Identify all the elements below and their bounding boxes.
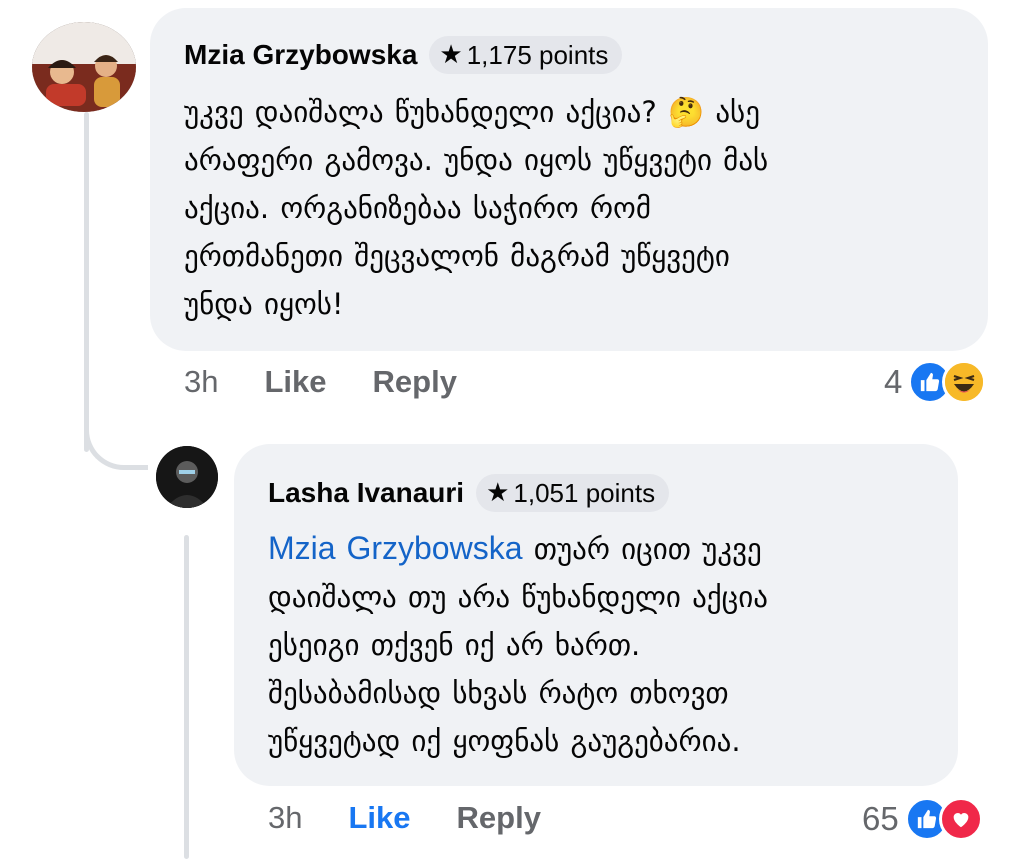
comment-line: Mzia Grzybowska თუარ იცით უკვე — [268, 524, 928, 573]
comment-actions: 3h Like Reply — [268, 800, 541, 836]
avatar-photo-icon — [156, 446, 218, 508]
reaction-count: 65 — [862, 800, 899, 837]
comment-line: ერთმანეთი შეცვალონ მაგრამ უწყვეტი — [184, 239, 730, 273]
comment-bubble: Lasha Ivanauri ★ 1,051 points Mzia Grzyb… — [234, 444, 958, 786]
comment-line: დაიშალა თუ არა წუხანდელი აქცია — [268, 580, 768, 614]
author-name[interactable]: Mzia Grzybowska — [184, 39, 417, 71]
comment-text: Mzia Grzybowska თუარ იცით უკვე დაიშალა თ… — [268, 524, 928, 765]
reaction-summary[interactable]: 65 — [862, 797, 983, 841]
comment-text: უკვე დაიშალა წუხანდელი აქცია? 🤔 ასე არაფ… — [184, 88, 956, 328]
reaction-summary[interactable]: 4 — [884, 360, 987, 404]
comment-line: უნდა იყოს! — [184, 287, 344, 321]
points-label: 1,051 points — [513, 477, 656, 508]
star-icon: ★ — [439, 40, 463, 70]
comment-line: არაფერი გამოვა. უნდა იყოს უწყვეტი მას — [184, 143, 769, 177]
author-name[interactable]: Lasha Ivanauri — [268, 477, 464, 509]
comment-line: უკვე დაიშალა წუხანდელი აქცია? 🤔 ასე — [184, 95, 760, 129]
comment-line: უწყვეტად იქ ყოფნას გაუგებარია. — [268, 724, 741, 758]
comment-bubble: Mzia Grzybowska ★ 1,175 points უკვე დაიშ… — [150, 8, 988, 351]
avatar[interactable] — [32, 22, 136, 112]
reply-button[interactable]: Reply — [373, 364, 457, 400]
thread-line-reply — [184, 535, 189, 859]
love-icon — [938, 797, 983, 841]
points-badge[interactable]: ★ 1,051 points — [476, 474, 670, 512]
comment-line: შესაბამისად სხვას რატო თხოვთ — [268, 676, 729, 710]
timestamp[interactable]: 3h — [184, 364, 218, 400]
points-label: 1,175 points — [466, 39, 609, 70]
comment-header: Mzia Grzybowska ★ 1,175 points — [184, 36, 956, 74]
comment-actions: 3h Like Reply — [184, 364, 457, 400]
haha-icon — [942, 360, 987, 404]
comment-line: აქცია. ორგანიზებაა საჭირო რომ — [184, 191, 651, 225]
comment-header: Lasha Ivanauri ★ 1,051 points — [268, 474, 928, 512]
star-icon: ★ — [486, 478, 510, 508]
avatar-photo-icon — [32, 22, 136, 112]
comment-line: ესეიგი თქვენ იქ არ ხართ. — [268, 628, 641, 662]
points-badge[interactable]: ★ 1,175 points — [429, 36, 623, 74]
reply-button[interactable]: Reply — [457, 800, 541, 836]
timestamp[interactable]: 3h — [268, 800, 302, 836]
like-button[interactable]: Like — [348, 800, 410, 836]
thread-line-curve — [84, 400, 148, 470]
avatar[interactable] — [156, 446, 218, 508]
mention-link[interactable]: Mzia Grzybowska — [268, 530, 523, 566]
reaction-count: 4 — [884, 363, 903, 400]
like-button[interactable]: Like — [264, 364, 326, 400]
comment-line-text: თუარ იცით უკვე — [533, 532, 762, 566]
